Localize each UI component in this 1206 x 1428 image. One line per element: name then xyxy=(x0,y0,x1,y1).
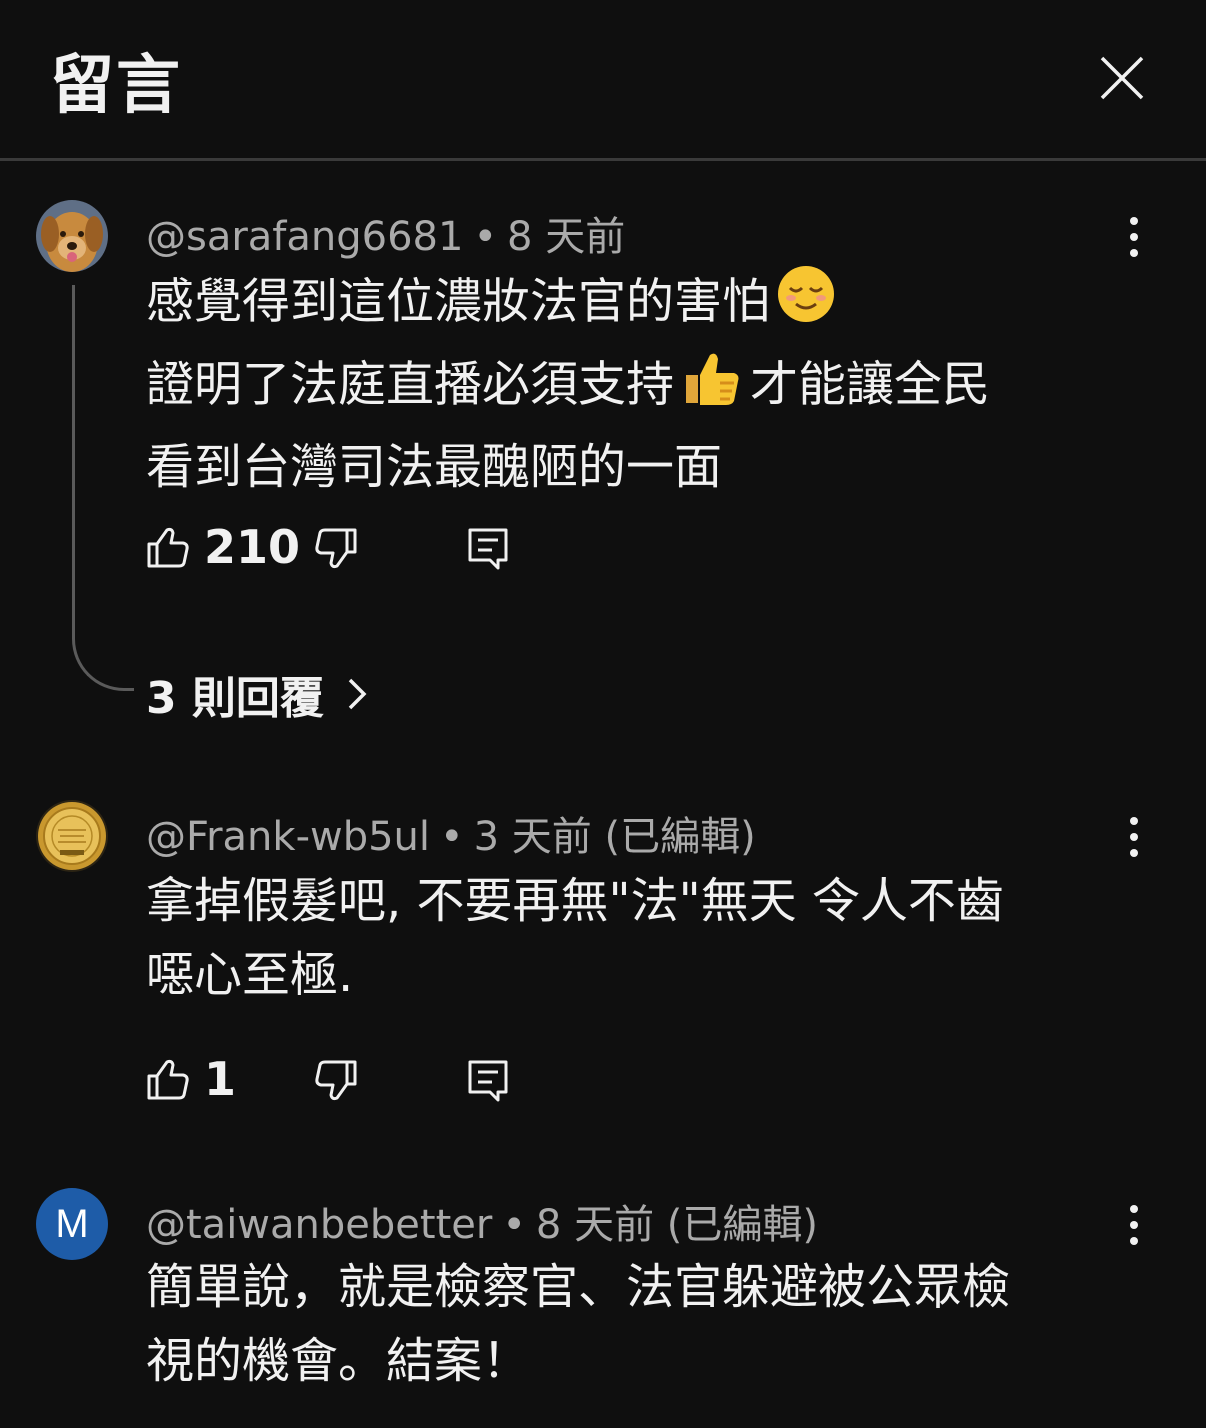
comment-text: 感覺得到這位濃妝法官的害怕 證明了法庭直播必須支持 才能讓全民 看到台灣司法最醜陋… xyxy=(146,264,1126,504)
comment-line: 證明了法庭直播必須支持 才能讓全民 xyxy=(146,345,1126,430)
comment-line: 簡單說，就是檢察官、法官躲避被公眾檢 xyxy=(146,1259,1011,1315)
comment-line: 看到台灣司法最醜陋的一面 xyxy=(146,439,723,495)
avatar[interactable]: M xyxy=(36,1188,108,1260)
meta-separator: • xyxy=(473,214,498,260)
replies-label: 3 則回覆 xyxy=(146,673,324,724)
dislike-button[interactable] xyxy=(314,526,358,570)
reply-button[interactable] xyxy=(466,1058,510,1102)
edited-label: (已編輯) xyxy=(666,1202,819,1248)
like-count: 1 xyxy=(204,1052,237,1106)
comment-text: 拿掉假髮吧, 不要再無"法"無天 令人不齒 噁心至極. xyxy=(146,864,1126,1012)
like-button[interactable] xyxy=(146,526,190,570)
coin-avatar-image xyxy=(36,800,108,872)
avatar[interactable] xyxy=(36,800,108,872)
thumbs-up-icon xyxy=(147,1059,189,1100)
comment-author[interactable]: @Frank-wb5ul xyxy=(146,814,430,860)
comment-author[interactable]: @taiwanbebetter xyxy=(146,1202,492,1248)
comment-meta: @Frank-wb5ul • 3 天前 (已編輯) xyxy=(146,804,756,862)
comment-time: 8 天前 xyxy=(507,214,626,260)
comment-actions: 210 xyxy=(146,520,546,586)
comment-actions: 1 xyxy=(146,1052,546,1118)
comments-header: 留言 xyxy=(0,0,1206,161)
comment-line: 視的機會。結案！ xyxy=(146,1333,531,1389)
avatar-letter: M xyxy=(55,1202,89,1246)
more-vertical-icon xyxy=(1130,817,1138,857)
thumbs-up-emoji xyxy=(680,345,744,430)
dislike-button[interactable] xyxy=(314,1058,358,1102)
comment-line: 感覺得到這位濃妝法官的害怕 xyxy=(146,264,1126,345)
close-button[interactable] xyxy=(1096,52,1148,104)
more-vertical-icon xyxy=(1130,1205,1138,1245)
comment-author[interactable]: @sarafang6681 xyxy=(146,214,463,260)
comment-time: 3 天前 xyxy=(473,814,592,860)
dog-avatar-image xyxy=(36,200,108,272)
more-vertical-icon xyxy=(1130,217,1138,257)
meta-separator: • xyxy=(440,814,464,860)
more-options-button[interactable] xyxy=(1114,812,1154,862)
comment-line: 拿掉假髮吧, 不要再無"法"無天 令人不齒 xyxy=(146,873,1004,929)
thumbs-down-icon xyxy=(315,528,357,569)
thread-connector xyxy=(72,285,134,691)
more-options-button[interactable] xyxy=(1114,212,1154,262)
thumbs-up-icon xyxy=(147,527,189,568)
comment-meta: @taiwanbebetter • 8 天前 (已編輯) xyxy=(146,1192,818,1250)
reply-icon xyxy=(468,1060,508,1102)
edited-label: (已編輯) xyxy=(604,814,756,860)
reply-button[interactable] xyxy=(466,526,510,570)
comment-text: 簡單說，就是檢察官、法官躲避被公眾檢 視的機會。結案！ xyxy=(146,1250,1126,1398)
reply-icon xyxy=(468,528,508,570)
avatar[interactable] xyxy=(36,200,108,272)
like-count: 210 xyxy=(204,520,301,574)
comment-line: 噁心至極. xyxy=(146,947,354,1003)
chevron-right-icon xyxy=(348,678,367,710)
comment-time: 8 天前 xyxy=(535,1202,655,1248)
relieved-face-emoji xyxy=(776,264,836,345)
meta-separator: • xyxy=(502,1202,526,1248)
header-title: 留言 xyxy=(50,49,182,123)
like-button[interactable] xyxy=(146,1058,190,1102)
view-replies-button[interactable]: 3 則回覆 xyxy=(146,664,372,724)
comment-meta: @sarafang6681 • 8 天前 xyxy=(146,204,625,262)
thumbs-down-icon xyxy=(315,1060,357,1101)
close-icon xyxy=(1100,56,1144,100)
more-options-button[interactable] xyxy=(1114,1200,1154,1250)
